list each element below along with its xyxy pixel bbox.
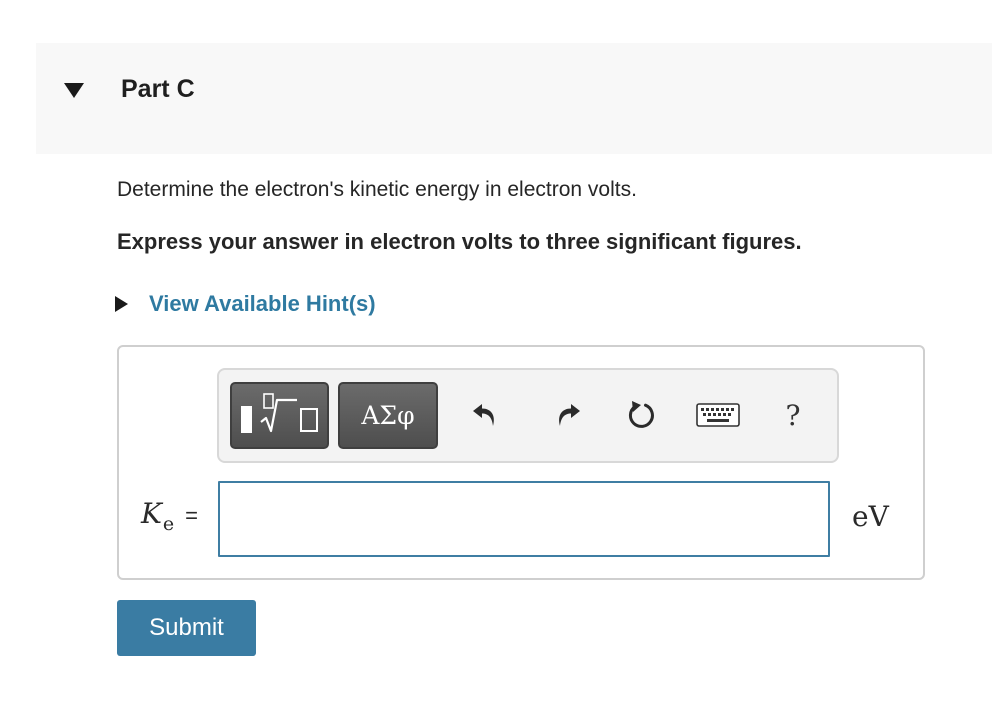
math-toolbar: ΑΣφ ? (217, 368, 839, 463)
collapse-triangle-icon[interactable] (64, 83, 84, 99)
greek-symbols-label: ΑΣφ (361, 401, 415, 430)
reset-icon (628, 401, 654, 428)
answer-variable-label: K e = (141, 497, 198, 537)
keyboard-button[interactable] (693, 392, 743, 438)
page: Part C Determine the electron's kinetic … (0, 0, 992, 711)
keyboard-icon (696, 403, 740, 427)
undo-button[interactable] (464, 392, 508, 438)
variable-subscript: e (162, 513, 175, 535)
templates-button[interactable] (230, 382, 329, 449)
submit-button[interactable]: Submit (117, 600, 256, 656)
undo-icon (473, 404, 494, 426)
equals-sign: = (185, 503, 199, 528)
greek-symbols-button[interactable]: ΑΣφ (338, 382, 438, 449)
hint-expand-arrow-icon (115, 296, 129, 312)
templates-icon (240, 392, 318, 433)
answer-box: ΑΣφ ? K e = eV (117, 345, 925, 580)
part-header: Part C (36, 43, 992, 154)
reset-button[interactable] (619, 392, 663, 438)
redo-icon (559, 404, 580, 426)
help-button[interactable]: ? (773, 392, 813, 438)
help-icon: ? (785, 398, 801, 432)
part-title: Part C (121, 75, 195, 103)
answer-input[interactable] (218, 481, 830, 557)
variable-symbol: K (141, 497, 162, 530)
answer-instruction: Express your answer in electron volts to… (117, 229, 802, 254)
view-hints-label: View Available Hint(s) (149, 291, 376, 316)
question-prompt: Determine the electron's kinetic energy … (117, 178, 637, 201)
redo-button[interactable] (545, 392, 589, 438)
view-hints-link[interactable]: View Available Hint(s) (115, 289, 376, 319)
unit-label: eV (852, 500, 889, 533)
